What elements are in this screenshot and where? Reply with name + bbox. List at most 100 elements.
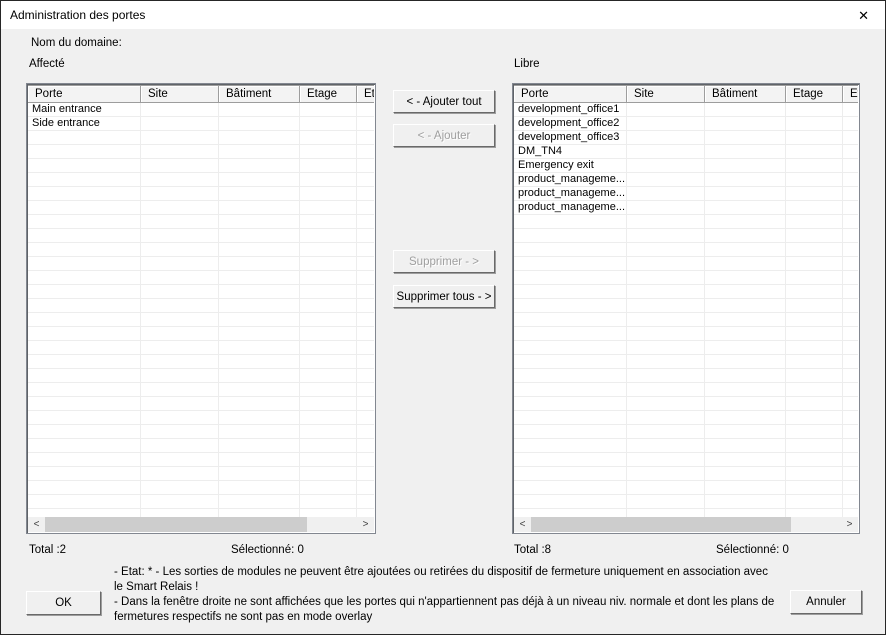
list-cell (705, 369, 786, 383)
list-cell (705, 187, 786, 201)
list-cell (219, 229, 300, 243)
assigned-list-label: Affecté (29, 58, 65, 70)
column-header-porte[interactable]: Porte (514, 85, 627, 103)
list-cell (141, 131, 219, 145)
close-icon[interactable]: ✕ (854, 7, 873, 24)
scrollbar-track[interactable] (531, 517, 841, 532)
list-row[interactable]: development_office1 (514, 103, 858, 117)
free-doors-list[interactable]: PorteSiteBâtimentEtageEtat development_o… (512, 83, 860, 534)
scroll-right-icon[interactable]: > (357, 517, 374, 532)
column-header-etage[interactable]: Etage (300, 85, 357, 103)
list-cell (28, 453, 141, 467)
column-header-b-timent[interactable]: Bâtiment (219, 85, 300, 103)
list-cell (514, 299, 627, 313)
assigned-doors-list[interactable]: PorteSiteBâtimentEtageEtat Main entrance… (26, 83, 376, 534)
list-cell (843, 285, 858, 299)
list-cell (141, 313, 219, 327)
list-cell (28, 145, 141, 159)
list-cell (28, 229, 141, 243)
remove-all-button[interactable]: Supprimer tous - > (393, 285, 495, 308)
footer-notes: - Etat: * - Les sorties de modules ne pe… (114, 565, 778, 625)
assigned-horizontal-scrollbar[interactable]: < > (28, 517, 374, 532)
free-list-body[interactable]: development_office1development_office2de… (514, 103, 858, 517)
list-row-empty (28, 495, 374, 509)
list-row-empty (28, 411, 374, 425)
list-cell (843, 229, 858, 243)
add-all-button[interactable]: < - Ajouter tout (393, 90, 495, 113)
list-row-empty (28, 397, 374, 411)
list-cell (514, 383, 627, 397)
column-header-site[interactable]: Site (627, 85, 705, 103)
scroll-left-icon[interactable]: < (28, 517, 45, 532)
footer-note-filter: - Dans la fenêtre droite ne sont affiché… (114, 595, 778, 625)
assigned-list-body[interactable]: Main entranceSide entrance (28, 103, 374, 517)
list-cell (141, 159, 219, 173)
list-cell (357, 397, 374, 411)
list-row[interactable]: product_manageme... (514, 173, 858, 187)
list-cell (627, 257, 705, 271)
list-cell (843, 117, 858, 131)
add-button[interactable]: < - Ajouter (393, 124, 495, 147)
column-header-etage[interactable]: Etage (786, 85, 843, 103)
list-cell (843, 313, 858, 327)
scrollbar-track[interactable] (45, 517, 357, 532)
list-cell (843, 299, 858, 313)
free-horizontal-scrollbar[interactable]: < > (514, 517, 858, 532)
list-cell (843, 369, 858, 383)
list-cell (300, 383, 357, 397)
scrollbar-thumb[interactable] (531, 517, 791, 532)
list-row[interactable]: DM_TN4 (514, 145, 858, 159)
list-cell (627, 341, 705, 355)
ok-button[interactable]: OK (26, 591, 101, 615)
list-cell: Emergency exit (514, 159, 627, 173)
list-row[interactable]: development_office2 (514, 117, 858, 131)
list-cell (300, 103, 357, 117)
list-cell (28, 173, 141, 187)
list-cell (627, 453, 705, 467)
list-cell (705, 355, 786, 369)
remove-button[interactable]: Supprimer - > (393, 250, 495, 273)
list-cell (786, 103, 843, 117)
list-cell (357, 495, 374, 509)
list-row[interactable]: Main entrance (28, 103, 374, 117)
list-cell (300, 201, 357, 215)
list-cell (141, 411, 219, 425)
scrollbar-thumb[interactable] (45, 517, 307, 532)
list-row-empty (514, 299, 858, 313)
list-row[interactable]: Emergency exit (514, 159, 858, 173)
list-cell (357, 383, 374, 397)
list-row[interactable]: product_manageme... (514, 187, 858, 201)
free-selected-count: Sélectionné: 0 (716, 544, 789, 556)
list-row-empty (514, 271, 858, 285)
cancel-button[interactable]: Annuler (790, 590, 862, 614)
list-row-empty (28, 313, 374, 327)
column-header-porte[interactable]: Porte (28, 85, 141, 103)
list-cell (786, 411, 843, 425)
list-cell (514, 271, 627, 285)
list-cell: product_manageme... (514, 201, 627, 215)
list-cell (141, 103, 219, 117)
list-cell (786, 201, 843, 215)
list-cell (786, 131, 843, 145)
list-cell (514, 229, 627, 243)
list-cell (514, 257, 627, 271)
list-row-empty (514, 243, 858, 257)
list-row[interactable]: development_office3 (514, 131, 858, 145)
scroll-right-icon[interactable]: > (841, 517, 858, 532)
list-row[interactable]: Side entrance (28, 117, 374, 131)
column-header-etat[interactable]: Etat (357, 85, 374, 103)
list-cell (357, 257, 374, 271)
scroll-left-icon[interactable]: < (514, 517, 531, 532)
column-header-site[interactable]: Site (141, 85, 219, 103)
list-cell (300, 355, 357, 369)
column-header-b-timent[interactable]: Bâtiment (705, 85, 786, 103)
domain-name-label: Nom du domaine: (31, 37, 122, 49)
list-cell (141, 439, 219, 453)
list-row-empty (28, 341, 374, 355)
list-row[interactable]: product_manageme... (514, 201, 858, 215)
column-header-etat[interactable]: Etat (843, 85, 858, 103)
list-row-empty (28, 439, 374, 453)
list-cell (627, 509, 705, 517)
list-cell (28, 271, 141, 285)
list-cell (28, 285, 141, 299)
